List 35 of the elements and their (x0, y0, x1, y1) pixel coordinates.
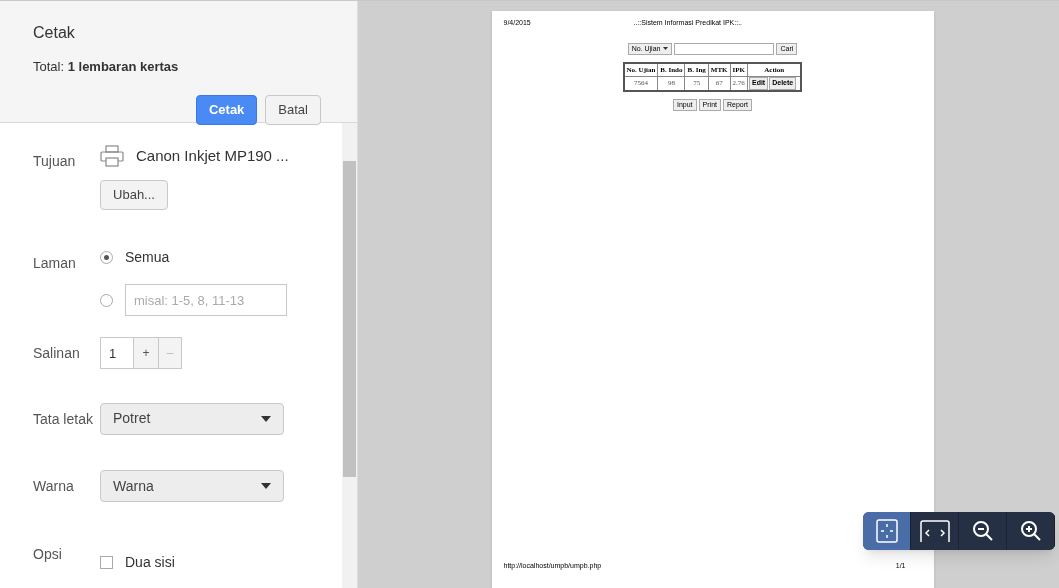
search-field[interactable] (674, 42, 775, 55)
checkbox-label: Dua sisi (125, 553, 175, 573)
setting-label: Warna (32, 477, 75, 497)
radio-button[interactable] (100, 251, 113, 265)
setting-label: Tata letak (32, 409, 94, 429)
setting-label: Salinan (32, 344, 81, 364)
sheet-total: Total: 1 lembaran kertas (33, 58, 180, 76)
zoom-in-icon (1019, 520, 1042, 542)
zoom-toolbar-button[interactable] (959, 512, 1007, 550)
select-field[interactable]: Potret (100, 402, 284, 435)
dropdown-caret-icon (663, 47, 669, 50)
radio-button[interactable] (100, 293, 113, 307)
cancel-button[interactable]: Batal (265, 94, 321, 125)
scrollbar[interactable] (342, 123, 357, 588)
zoom-toolbar-button[interactable] (1007, 512, 1055, 550)
zoom-toolbar-button[interactable] (863, 512, 911, 550)
dropdown-caret-icon (261, 415, 271, 422)
increment-button[interactable]: + (134, 337, 158, 370)
zoom-out-icon (971, 520, 994, 542)
dropdown-caret-icon (261, 483, 271, 490)
select-field[interactable]: Warna (100, 470, 284, 503)
page-range-field[interactable]: misal: 1-5, 8, 11-13 (125, 284, 287, 317)
copies-field[interactable]: 1 (100, 337, 134, 370)
radio-label: Semua (125, 248, 170, 268)
change-button[interactable]: Ubah... (100, 179, 168, 210)
setting-label: Laman (32, 254, 77, 274)
fit-to-page-icon (875, 519, 898, 543)
checkbox[interactable] (100, 556, 113, 570)
setting-label: Opsi (32, 544, 63, 564)
setting-label: Tujuan (32, 152, 77, 171)
zoom-toolbar-button[interactable] (911, 512, 959, 550)
printer-icon (100, 145, 124, 168)
page-width-icon (919, 520, 950, 542)
printer-name: Canon Inkjet MP190 ... (136, 146, 289, 166)
dialog-title: Cetak (33, 23, 76, 43)
